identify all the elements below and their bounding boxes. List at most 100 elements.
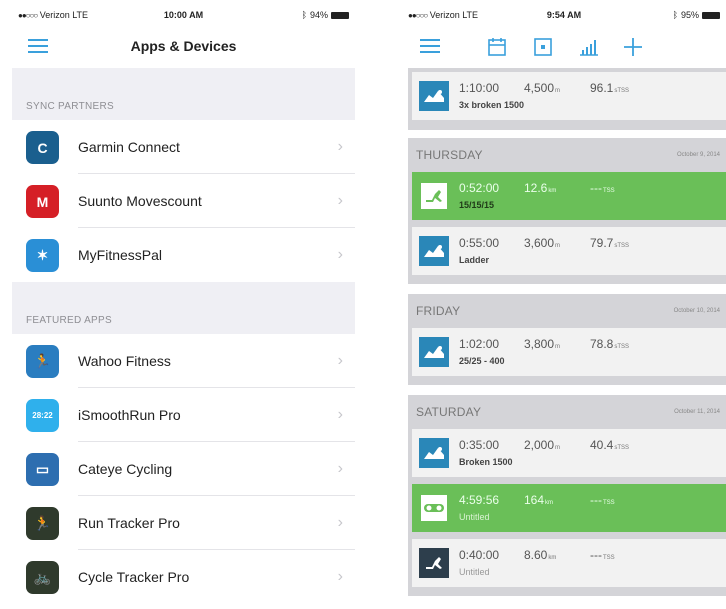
bluetooth-icon: ᛒ [672, 10, 678, 20]
stress-unit: sTSS [614, 344, 630, 350]
workout-title: Untitled [459, 512, 490, 522]
workout-card[interactable]: 4:59:56 164km ---TSS Untitled [412, 484, 726, 532]
suunto-movescount-icon: M [26, 185, 59, 218]
day-date: October 9, 2014 [676, 152, 720, 158]
section-label: SYNC PARTNERS [26, 101, 114, 112]
list-item[interactable]: ▭ Cateye Cycling › [12, 442, 355, 496]
page-title: Apps & Devices [130, 38, 237, 54]
stress-unit: TSS [603, 500, 615, 506]
workout-card[interactable]: 0:40:00 8.60km ---TSS Untitled [412, 539, 726, 587]
section-label: FEATURED APPS [26, 315, 112, 326]
list-item-label: Cateye Cycling [78, 461, 173, 477]
list-item-label: iSmoothRun Pro [78, 407, 181, 423]
list-item[interactable]: 🏃 Wahoo Fitness › [12, 334, 355, 388]
stress-unit: TSS [603, 188, 615, 194]
chevron-right-icon: › [337, 192, 343, 209]
distance: 3,800m [524, 337, 561, 351]
training-stress: ---TSS [590, 181, 615, 195]
chevron-right-icon: › [337, 514, 343, 531]
calendar-icon[interactable] [486, 36, 508, 58]
chart-icon[interactable] [578, 36, 600, 58]
day-name: FRIDAY [416, 304, 461, 318]
training-stress: 78.8sTSS [590, 337, 630, 351]
duration: 0:52:00 [459, 181, 500, 195]
workout-card[interactable]: 1:10:00 4,500m 96.1sTSS 3x broken 1500 [412, 72, 726, 120]
duration: 4:59:56 [459, 493, 500, 507]
stress-unit: sTSS [614, 445, 630, 451]
list-item[interactable]: 🏃 Run Tracker Pro › [12, 496, 355, 550]
distance: 4,500m [524, 81, 561, 95]
battery-percent: 95% [680, 10, 699, 20]
cycle-tracker-icon: 🚲 [26, 561, 59, 594]
wahoo-fitness-icon: 🏃 [26, 345, 59, 378]
hamburger-menu-icon[interactable] [420, 39, 440, 53]
distance: 164km [524, 493, 554, 507]
day-date: October 10, 2014 [673, 308, 720, 314]
day-header: SATURDAY October 11, 2014 [408, 395, 726, 425]
duration: 0:55:00 [459, 236, 500, 250]
chevron-right-icon: › [337, 138, 343, 155]
day-panel: THURSDAY October 9, 2014 0:52:00 12.6km ---T… [408, 138, 726, 284]
section-header: FEATURED APPS [12, 282, 355, 334]
workout-calendar-screen: ●●○○○ Verizon LTE 9:54 AM ᛒ 95% 1:10:00 4,… [402, 0, 726, 609]
stress-unit: sTSS [614, 243, 630, 249]
add-icon[interactable] [622, 36, 644, 58]
battery-icon [331, 11, 349, 19]
bluetooth-icon: ᛒ [301, 10, 307, 20]
chevron-right-icon: › [337, 406, 343, 423]
day-panel: SATURDAY October 11, 2014 0:35:00 2,000m 40.… [408, 395, 726, 596]
list-item[interactable]: 28:22 iSmoothRun Pro › [12, 388, 355, 442]
day-date: October 11, 2014 [674, 409, 720, 415]
list-item-label: Garmin Connect [78, 139, 180, 155]
bike-icon [419, 493, 449, 523]
distance-unit: km [548, 188, 557, 194]
list-item[interactable]: C Garmin Connect › [12, 120, 355, 174]
workout-title: 3x broken 1500 [459, 100, 525, 110]
swim-icon [419, 236, 449, 266]
chevron-right-icon: › [337, 352, 343, 369]
list-item[interactable]: 🚲 Cycle Tracker Pro › [12, 550, 355, 604]
battery-icon [702, 11, 720, 19]
day-name: SATURDAY [416, 405, 482, 419]
list-item-label: Cycle Tracker Pro [78, 569, 190, 585]
training-stress: 96.1sTSS [590, 81, 630, 95]
list-item-label: Suunto Movescount [78, 193, 202, 209]
workout-title: Broken 1500 [459, 457, 513, 467]
stress-unit: TSS [603, 555, 615, 561]
run-icon [419, 181, 449, 211]
workout-card[interactable]: 0:52:00 12.6km ---TSS 15/15/15 [412, 172, 726, 220]
distance-unit: m [555, 243, 561, 249]
distance: 3,600m [524, 236, 561, 250]
training-stress: ---TSS [590, 548, 615, 562]
duration: 1:02:00 [459, 337, 500, 351]
workout-card[interactable]: 0:35:00 2,000m 40.4sTSS Broken 1500 [412, 429, 726, 477]
duration: 0:35:00 [459, 438, 500, 452]
chevron-right-icon: › [337, 246, 343, 263]
swim-icon [419, 337, 449, 367]
cateye-cycling-icon: ▭ [26, 453, 59, 486]
duration: 1:10:00 [459, 81, 500, 95]
workout-card[interactable]: 1:02:00 3,800m 78.8sTSS 25/25 - 400 [412, 328, 726, 376]
list-item[interactable]: M Suunto Movescount › [12, 174, 355, 228]
apps-devices-screen: ●●○○○ Verizon LTE 10:00 AM ᛒ 94% Apps & D… [12, 0, 355, 609]
ismoothrun-icon: 28:22 [26, 399, 59, 432]
list-item[interactable]: ✶ MyFitnessPal › [12, 228, 355, 282]
workout-card[interactable]: 0:55:00 3,600m 79.7sTSS Ladder [412, 227, 726, 275]
training-stress: 79.7sTSS [590, 236, 630, 250]
distance-unit: m [555, 445, 561, 451]
day-panel: 1:10:00 4,500m 96.1sTSS 3x broken 1500 [408, 68, 726, 130]
workout-feed: 1:10:00 4,500m 96.1sTSS 3x broken 1500 THURS… [408, 68, 726, 609]
stress-unit: sTSS [614, 88, 630, 94]
distance-unit: km [545, 500, 554, 506]
distance: 12.6km [524, 181, 557, 195]
duration: 0:40:00 [459, 548, 500, 562]
single-day-icon[interactable] [532, 36, 554, 58]
myfitnesspal-icon: ✶ [26, 239, 59, 272]
distance-unit: m [555, 88, 561, 94]
workout-title: Ladder [459, 255, 490, 265]
chevron-right-icon: › [337, 460, 343, 477]
list-item-label: Wahoo Fitness [78, 353, 171, 369]
section-header: SYNC PARTNERS [12, 68, 355, 120]
workout-title: 15/15/15 [459, 200, 495, 210]
list-item-label: MyFitnessPal [78, 247, 163, 263]
